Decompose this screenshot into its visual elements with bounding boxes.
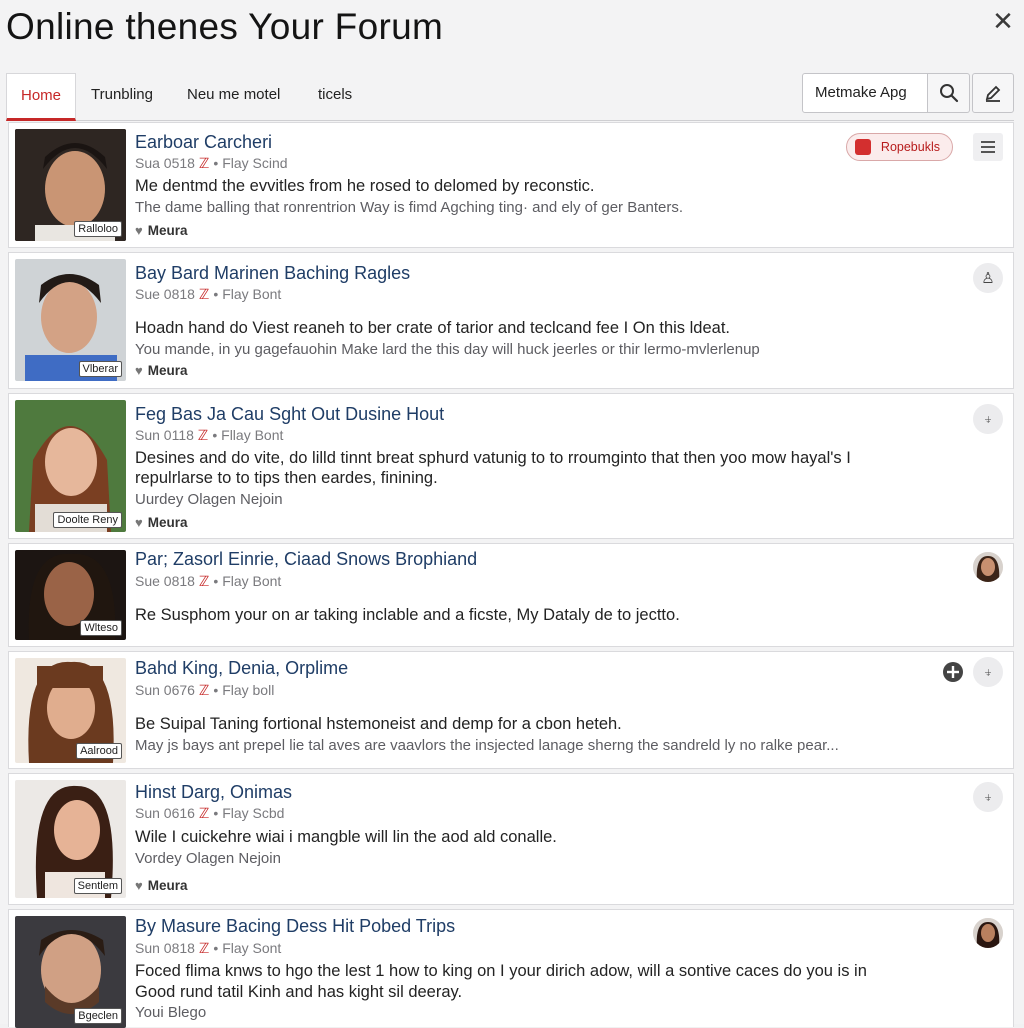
post-subtext: May js bays ant prepel lie tal aves are … (135, 737, 839, 754)
post-title[interactable]: Par; Zasorl Einrie, Ciaad Snows Brophian… (135, 549, 477, 570)
post-list: Ralloloo Earboar Carcheri Sua 0518 ℤ • Fla… (8, 122, 1014, 1028)
post-item[interactable]: Wlteso Par; Zasorl Einrie, Ciaad Snows B… (8, 543, 1014, 647)
avatar-badge: Vlberar (78, 361, 122, 377)
menu-icon[interactable] (973, 133, 1003, 161)
post-meta: Sun 0616 ℤ • Flay Scbd (135, 805, 285, 821)
flag-icon: ℤ (198, 682, 210, 698)
post-meta: Sun 0676 ℤ • Flay boll (135, 682, 275, 698)
report-icon (854, 139, 871, 155)
pin-icon: ♥ (135, 515, 143, 530)
search-button[interactable] (928, 73, 970, 113)
post-text: Wile I cuickehre wiai i mangble will lin… (135, 828, 557, 846)
pin-icon: ♥ (135, 223, 143, 238)
user-avatar-icon[interactable] (973, 918, 1003, 948)
pin-action-icon[interactable]: ⍖ (973, 782, 1003, 812)
post-item[interactable]: Aalrood Bahd King, Denia, Orplime Sun 06… (8, 651, 1014, 769)
avatar[interactable]: Doolte Reny (15, 400, 126, 532)
edit-button[interactable] (972, 73, 1014, 113)
flag-icon: ℤ (198, 805, 210, 821)
avatar-badge: Doolte Reny (53, 512, 122, 528)
post-item[interactable]: Ralloloo Earboar Carcheri Sua 0518 ℤ • Fla… (8, 122, 1014, 248)
avatar-badge: Ralloloo (74, 221, 122, 237)
post-location: ♥ Meura (135, 515, 188, 530)
pin-action-icon[interactable]: ⍖ (973, 404, 1003, 434)
page-title: Online thenes Your Forum (6, 6, 444, 47)
post-title[interactable]: Earboar Carcheri (135, 132, 272, 153)
post-subtext: The dame balling that ronrentrion Way is… (135, 199, 684, 216)
flag-icon: ℤ (198, 155, 210, 171)
post-text-continued: repulrlarse to to tips then eardes, fini… (135, 469, 438, 487)
post-title[interactable]: Feg Bas Ja Cau Sght Out Dusine Hout (135, 404, 444, 425)
post-text: Hoadn hand do Viest reaneh to ber crate … (135, 319, 730, 337)
user-avatar-icon[interactable] (973, 552, 1003, 582)
post-meta: Sue 0818 ℤ • Flay Bont (135, 573, 282, 589)
report-button[interactable]: Ropebukls (845, 133, 953, 161)
post-signature: Uurdey Olagen Nejoin (135, 491, 283, 508)
avatar[interactable]: Aalrood (15, 658, 126, 763)
flag-icon: ℤ (198, 573, 210, 589)
flag-icon: ℤ (198, 940, 210, 956)
post-title[interactable]: By Masure Bacing Dess Hit Pobed Trips (135, 916, 455, 937)
post-location: ♥ Meura (135, 363, 188, 378)
pen-icon (985, 85, 1001, 102)
forum-window: Online thenes Your Forum ✕ Home Trunblin… (0, 0, 1024, 1028)
post-text: Be Suipal Taning fortional hstemoneist a… (135, 715, 622, 733)
tab-home[interactable]: Home (6, 73, 77, 121)
post-subtext: You mande, in yu gagefauohin Make lard t… (135, 341, 760, 358)
post-title[interactable]: Hinst Darg, Onimas (135, 782, 292, 803)
close-icon[interactable]: ✕ (990, 4, 1016, 38)
tab-neu-me-motel[interactable]: Neu me motel (173, 73, 294, 120)
avatar-badge: Sentlem (73, 878, 122, 894)
avatar[interactable]: Sentlem (15, 780, 126, 898)
post-location: ♥ Meura (135, 223, 188, 238)
avatar-badge: Bgeclen (74, 1008, 122, 1024)
post-text: Re Susphom your on ar taking inclable an… (135, 606, 680, 624)
post-signature: Vordey Olagen Nejoin (135, 850, 281, 867)
post-meta: Sue 0818 ℤ • Flay Bont (135, 286, 282, 302)
avatar[interactable]: Wlteso (15, 550, 126, 640)
post-item[interactable]: Bgeclen By Masure Bacing Dess Hit Pobed … (8, 909, 1014, 1028)
avatar[interactable]: Bgeclen (15, 916, 126, 1028)
post-text: Foced flima knws to hgo the lest 1 how t… (135, 962, 867, 980)
tab-bar: Home Trunbling Neu me motel ticels Metma… (6, 73, 1014, 121)
pin-action-icon[interactable]: ⍖ (973, 657, 1003, 687)
post-location: ♥ Meura (135, 878, 188, 893)
post-item[interactable]: Sentlem Hinst Darg, Onimas Sun 0616 ℤ • Fl… (8, 773, 1014, 905)
avatar-badge: Wlteso (80, 620, 122, 636)
avatar[interactable]: Vlberar (15, 259, 126, 381)
add-icon[interactable] (941, 660, 965, 684)
post-signature: Youi Blego (135, 1004, 207, 1021)
search-icon (939, 84, 958, 103)
tab-trunbling[interactable]: Trunbling (77, 73, 167, 120)
post-meta: Sun 0118 ℤ • Fllay Bont (135, 427, 284, 443)
post-meta: Sun 0818 ℤ • Flay Sont (135, 940, 282, 956)
post-item[interactable]: Doolte Reny Feg Bas Ja Cau Sght Out Dusi… (8, 393, 1014, 539)
post-title[interactable]: Bahd King, Denia, Orplime (135, 658, 348, 679)
tab-ticels[interactable]: ticels (304, 73, 366, 120)
flag-icon: ℤ (198, 286, 210, 302)
post-text: Me dentmd the evvitles from he rosed to … (135, 177, 595, 195)
avatar[interactable]: Ralloloo (15, 129, 126, 241)
flag-icon: ℤ (197, 427, 209, 443)
post-meta: Sua 0518 ℤ • Flay Scind (135, 155, 288, 171)
user-icon[interactable]: ♙ (973, 263, 1003, 293)
post-text-continued: Good rund tatil Kinh and has kight sil d… (135, 983, 463, 1001)
post-title[interactable]: Bay Bard Marinen Baching Ragles (135, 263, 410, 284)
pin-icon: ♥ (135, 878, 143, 893)
avatar-badge: Aalrood (76, 743, 122, 759)
post-text: Desines and do vite, do lilld tinnt brea… (135, 449, 851, 467)
search-input[interactable]: Metmake Apg (802, 73, 928, 113)
pin-icon: ♥ (135, 363, 143, 378)
post-item[interactable]: Vlberar Bay Bard Marinen Baching Ragles … (8, 252, 1014, 389)
